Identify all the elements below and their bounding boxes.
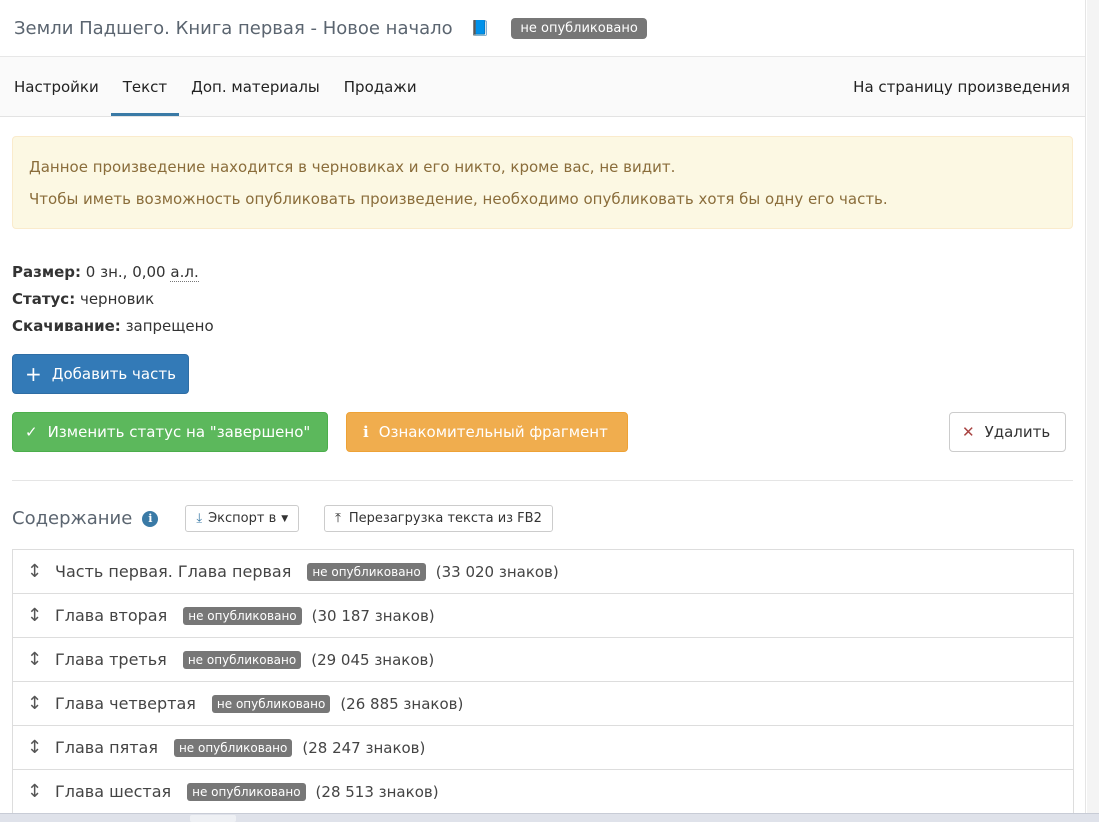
chapter-status-badge: не опубликовано bbox=[182, 650, 302, 669]
fragment-button[interactable]: i Ознакомительный фрагмент bbox=[346, 412, 628, 452]
chapter-char-count: (30 187 знаков) bbox=[311, 606, 435, 625]
status-label: Статус: bbox=[12, 290, 76, 308]
reload-fb2-label: Перезагрузка текста из FB2 bbox=[348, 511, 542, 526]
tabs: Настройки Текст Доп. материалы Продажи Н… bbox=[0, 57, 1085, 117]
export-dropdown[interactable]: ⤓ Экспорт в ▼ bbox=[185, 505, 300, 532]
drag-handle-icon[interactable]: ↕ bbox=[27, 561, 42, 582]
chapter-title[interactable]: Глава третья bbox=[55, 650, 167, 669]
tab-settings[interactable]: Настройки bbox=[2, 57, 111, 116]
contents-header: Содержание i ⤓ Экспорт в ▼ ⤒ Перезагрузка т… bbox=[12, 505, 553, 532]
chapter-char-count: (28 247 знаков) bbox=[302, 738, 426, 757]
chapter-title[interactable]: Глава вторая bbox=[55, 606, 167, 625]
chapter-status-badge: не опубликовано bbox=[183, 606, 302, 625]
horizontal-scrollbar[interactable] bbox=[0, 813, 1099, 822]
add-part-label: Добавить часть bbox=[51, 365, 176, 383]
drag-handle-icon[interactable]: ↕ bbox=[27, 605, 42, 626]
drag-handle-icon[interactable]: ↕ bbox=[27, 649, 42, 670]
page: Земли Падшего. Книга первая - Новое нача… bbox=[0, 0, 1086, 813]
draft-alert: Данное произведение находится в черновик… bbox=[12, 136, 1073, 229]
chapter-char-count: (33 020 знаков) bbox=[435, 562, 559, 581]
vertical-scrollbar[interactable] bbox=[1087, 0, 1099, 813]
chapter-status-badge: не опубликовано bbox=[307, 562, 426, 581]
reload-fb2-button[interactable]: ⤒ Перезагрузка текста из FB2 bbox=[324, 505, 553, 532]
chapter-title[interactable]: Глава шестая bbox=[55, 782, 171, 801]
chapter-char-count: (29 045 знаков) bbox=[311, 650, 435, 669]
add-part-button[interactable]: + Добавить часть bbox=[12, 354, 189, 394]
size-unit: а.л. bbox=[170, 263, 199, 282]
chapter-row[interactable]: ↕ Глава шестая не опубликовано (28 513 знак… bbox=[13, 770, 1073, 813]
work-header: Земли Падшего. Книга первая - Новое нача… bbox=[0, 0, 1085, 57]
chapter-status-badge: не опубликовано bbox=[211, 694, 331, 713]
chapter-row[interactable]: ↕ Глава четвертая не опубликовано (26 885 з… bbox=[13, 682, 1073, 726]
chapter-row[interactable]: ↕ Глава пятая не опубликовано (28 247 знако… bbox=[13, 726, 1073, 770]
status-value: черновик bbox=[79, 290, 155, 308]
divider bbox=[12, 480, 1073, 481]
drag-handle-icon[interactable]: ↕ bbox=[27, 737, 42, 758]
caret-down-icon: ▼ bbox=[281, 513, 289, 524]
work-meta: Размер: 0 зн., 0,00 а.л. Статус: чернови… bbox=[12, 259, 1085, 340]
book-icon: 📘 bbox=[470, 19, 490, 37]
chapter-char-count: (26 885 знаков) bbox=[340, 694, 464, 713]
upload-icon: ⤒ bbox=[335, 511, 341, 526]
size-value: 0 зн., 0,00 bbox=[85, 263, 166, 281]
drag-handle-icon[interactable]: ↕ bbox=[27, 781, 42, 802]
contents-title: Содержание bbox=[12, 508, 133, 529]
download-icon: ⤓ bbox=[196, 511, 203, 526]
info-icon: i bbox=[363, 423, 369, 441]
delete-button[interactable]: ✕ Удалить bbox=[949, 412, 1066, 452]
chapter-title[interactable]: Глава пятая bbox=[55, 738, 158, 757]
chapter-status-badge: не опубликовано bbox=[187, 782, 306, 801]
chapter-row[interactable]: ↕ Глава третья не опубликовано (29 045 знак… bbox=[13, 638, 1073, 682]
tab-sales[interactable]: Продажи bbox=[332, 57, 429, 116]
change-status-button[interactable]: ✓ Изменить статус на "завершено" bbox=[12, 412, 328, 452]
close-icon: ✕ bbox=[962, 423, 975, 441]
chapter-char-count: (28 513 знаков) bbox=[315, 782, 439, 801]
status-badge: не опубликовано bbox=[511, 17, 647, 39]
chapter-row[interactable]: ↕ Часть первая. Глава первая не опубликова… bbox=[13, 550, 1073, 594]
size-label: Размер: bbox=[12, 263, 82, 281]
tab-extra-materials[interactable]: Доп. материалы bbox=[179, 57, 332, 116]
work-page-link[interactable]: На страницу произведения bbox=[853, 57, 1070, 116]
fragment-label: Ознакомительный фрагмент bbox=[378, 423, 608, 441]
chapter-list: ↕ Часть первая. Глава первая не опубликова… bbox=[12, 549, 1074, 813]
delete-label: Удалить bbox=[984, 423, 1051, 441]
chapter-row[interactable]: ↕ Глава вторая не опубликовано (30 187 знак… bbox=[13, 594, 1073, 638]
info-icon[interactable]: i bbox=[142, 510, 159, 527]
download-value: запрещено bbox=[125, 317, 214, 335]
plus-icon: + bbox=[25, 362, 42, 386]
change-status-label: Изменить статус на "завершено" bbox=[47, 423, 311, 441]
download-label: Скачивание: bbox=[12, 317, 121, 335]
drag-handle-icon[interactable]: ↕ bbox=[27, 693, 42, 714]
chapter-status-badge: не опубликовано bbox=[173, 738, 293, 757]
tab-text[interactable]: Текст bbox=[110, 57, 180, 116]
work-title: Земли Падшего. Книга первая - Новое нача… bbox=[14, 17, 453, 39]
alert-line-2: Чтобы иметь возможность опубликовать про… bbox=[29, 190, 888, 208]
chapter-title[interactable]: Часть первая. Глава первая bbox=[55, 562, 291, 581]
check-icon: ✓ bbox=[25, 423, 38, 441]
export-label: Экспорт в bbox=[208, 511, 277, 526]
chapter-title[interactable]: Глава четвертая bbox=[55, 694, 196, 713]
scrollbar-thumb[interactable] bbox=[190, 815, 236, 822]
alert-line-1: Данное произведение находится в черновик… bbox=[29, 158, 676, 176]
